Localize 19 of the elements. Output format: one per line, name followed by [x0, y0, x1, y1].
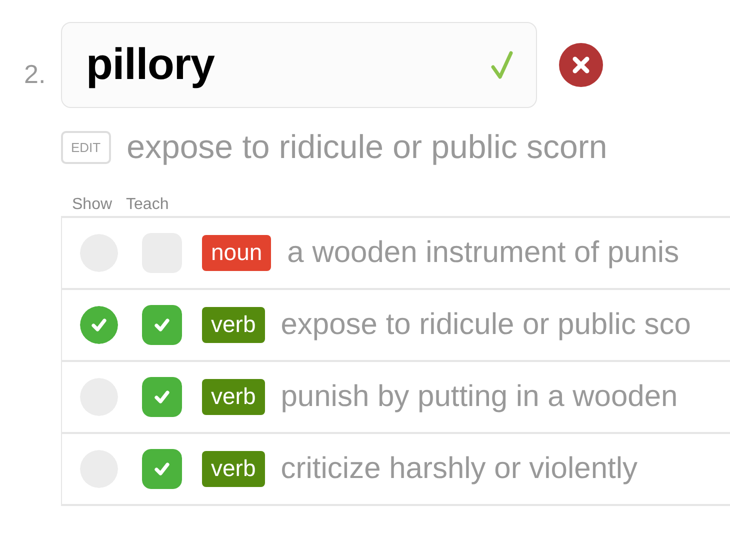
show-toggle[interactable] — [80, 306, 118, 344]
answer-field[interactable]: pillory — [61, 22, 537, 108]
column-header: Show — [72, 196, 112, 214]
remove-button[interactable] — [559, 43, 603, 87]
close-icon — [559, 43, 603, 87]
sense-definition: criticize harshly or violently — [280, 452, 638, 486]
sense-definition: punish by putting in a wooden — [280, 380, 678, 414]
part-of-speech-tag: verb — [202, 307, 265, 343]
sense-definition: expose to ridicule or public sco — [280, 308, 691, 342]
part-of-speech-tag: verb — [202, 451, 265, 487]
sense-definition: a wooden instrument of punis — [287, 236, 680, 270]
teach-checkbox[interactable] — [142, 377, 182, 417]
part-of-speech-tag: noun — [202, 235, 272, 271]
teach-checkbox[interactable] — [142, 305, 182, 345]
definition-text: expose to ridicule or public scorn — [126, 128, 608, 166]
item-number: 2. — [24, 58, 47, 90]
teach-checkbox[interactable] — [142, 449, 182, 489]
column-header: Teach — [126, 196, 169, 214]
part-of-speech-tag: verb — [202, 379, 265, 415]
